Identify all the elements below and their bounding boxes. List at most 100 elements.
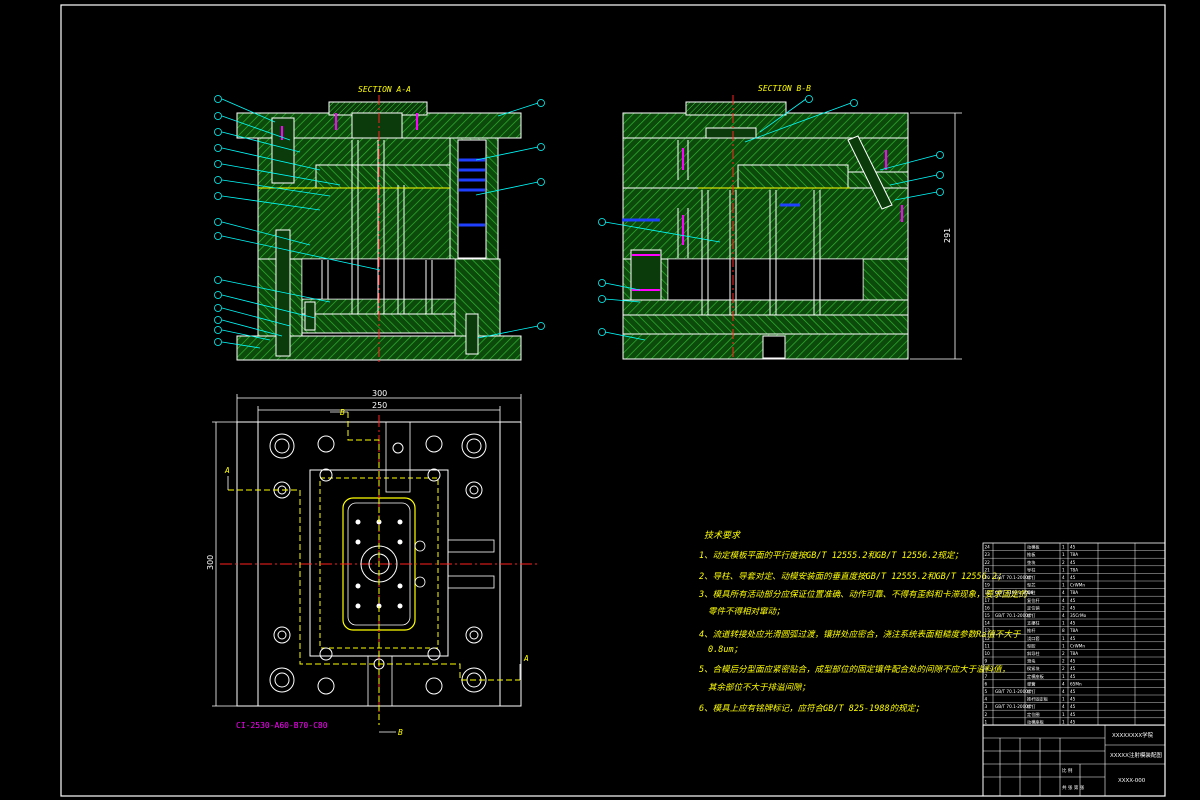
parts-list-cell: 45 [1070, 598, 1076, 603]
parts-list-cell: 3 [985, 704, 988, 709]
parts-list-cell: 1 [1062, 621, 1065, 626]
parts-list-cell: 1 [1062, 674, 1065, 679]
parts-list-cell: 20 [985, 575, 991, 580]
parts-list-cell: 螺钉 [1027, 612, 1036, 619]
width-dimension-250: 250 [372, 401, 387, 410]
parts-list-cell: 45 [1070, 545, 1076, 550]
parts-list-cell: 1 [1062, 583, 1065, 588]
plan-view: 300 250 300 A A B B CI-2530-A60-B70-C80 [206, 389, 540, 737]
parts-list-cell: 4 [1062, 704, 1065, 709]
note-line-8: 其余部位不大于排溢间隙； [708, 682, 810, 693]
parts-list-cell: 1 [1062, 712, 1065, 717]
parts-list-cell: 螺钉 [1027, 703, 1036, 710]
parts-list-cell: 22 [985, 560, 991, 565]
note-line-9: 6、模具上应有铭牌标记，应符合GB/T 825-1988的规定； [699, 703, 924, 714]
parts-list-cell: 45 [1070, 636, 1076, 641]
parts-list-cell: 17 [985, 598, 991, 603]
parts-list-cell: 2 [1062, 666, 1065, 671]
parts-list-cell: 1 [1062, 643, 1065, 648]
note-line-2: 2、导柱、导套对定、动模安装面的垂直度按GB/T 12555.2和GB/T 12… [699, 571, 1005, 582]
parts-list-cell: 4 [1062, 613, 1065, 618]
parts-list-cell: 2 [1062, 651, 1065, 656]
parts-list-cell: 型芯 [1027, 582, 1035, 588]
drawing-border [60, 4, 1166, 797]
parts-list-cell: T8A [1069, 552, 1078, 557]
parts-list-cell: 45 [1070, 621, 1076, 626]
parts-list-cell: CrWMn [1070, 583, 1085, 588]
technical-notes: 技术要求 1、动定模板平面的平行度按GB/T 12555.2和GB/T 1255… [698, 530, 1029, 714]
parts-list-cell: 14 [985, 621, 991, 626]
parts-list-cell: 15 [985, 613, 991, 618]
parts-list-cell: 浇口套 [1027, 635, 1040, 642]
cut-label-b-top: B [340, 408, 345, 417]
mold-base-code: CI-2530-A60-B70-C80 [236, 721, 328, 730]
drawing-name: XXXXX注射模装配图 [1110, 751, 1162, 759]
title-block: XXXXXXXX学院 XXXXX注射模装配图 XXXX-000 比 例 共 张 … [982, 724, 1166, 797]
parts-list-cell: 9 [985, 659, 988, 664]
parts-list-cell: 垫块 [1027, 559, 1036, 566]
parts-list-cell: 2 [1062, 605, 1065, 610]
parts-list-cell: 8 [1062, 628, 1065, 633]
section-a-view: SECTION A-A [214, 85, 545, 365]
parts-list-cell: 支撑柱 [1027, 620, 1040, 627]
parts-list-cell: 45 [1070, 659, 1076, 664]
parts-list-cell: 4 [1062, 575, 1065, 580]
parts-list-cell: 2 [1062, 560, 1065, 565]
parts-list-cell: 4 [1062, 590, 1065, 595]
parts-list-cell: 21 [985, 567, 991, 572]
parts-list-cell: 45 [1070, 712, 1076, 717]
parts-list-cell: 45 [1070, 674, 1076, 679]
parts-list-cell: 45 [1070, 605, 1076, 610]
note-line-6: 0.8um； [708, 645, 742, 655]
sheet-label: 共 张 第 张 [1062, 784, 1085, 791]
section-a-title: SECTION A-A [358, 85, 411, 94]
parts-list-cell: 弹簧 [1027, 680, 1035, 687]
parts-list-cell: 导柱 [1027, 566, 1036, 573]
parts-list-cell: 8 [985, 666, 988, 671]
parts-list-cell: GB/T 70.1-2000 [995, 575, 1028, 580]
parts-list-cell: 推杆 [1027, 627, 1036, 634]
cad-drawing-canvas: SECTION A-A SECTION B-B 291 300 250 300 … [60, 4, 1166, 797]
parts-list-cell: 4 [1062, 681, 1065, 686]
parts-list-cell: 2 [1062, 659, 1065, 664]
height-dimension-300: 300 [206, 555, 215, 570]
cut-label-b-bottom: B [398, 728, 403, 737]
section-b-title: SECTION B-B [758, 84, 811, 93]
cut-label-a-bottom: A [523, 654, 529, 663]
parts-list-cell: 动模板 [1027, 544, 1040, 551]
section-b-view: SECTION B-B 291 [598, 84, 962, 360]
parts-list-cell: 45 [1070, 719, 1076, 724]
parts-list-cell: 45 [1070, 689, 1076, 694]
parts-list-cell: 18 [985, 590, 991, 595]
parts-list-cell: 1 [1062, 719, 1065, 724]
parts-list-cell: T8A [1069, 651, 1078, 656]
parts-list-cell: 动模座板 [1027, 718, 1045, 725]
parts-list-cell: 定位圈 [1027, 711, 1040, 718]
parts-list-cell: 推杆固定板 [1027, 696, 1049, 703]
parts-list-cell: 45 [1070, 697, 1076, 702]
parts-list-cell: 4 [1062, 689, 1065, 694]
parts-list-cell: 6 [985, 681, 988, 686]
note-line-4: 零件不得相对窜动； [708, 606, 785, 617]
parts-list-cell: 斜导柱 [1027, 650, 1040, 657]
parts-list-cell: 复位杆 [1027, 597, 1040, 604]
parts-list-cell: 65Mn [1070, 681, 1082, 686]
parts-list-cell: 5 [985, 689, 988, 694]
parts-list: 24 动模板 1 4523 推板 1 T8A22 垫块 2 4521 导柱 1 T8A20 GB/T 70… [982, 542, 1166, 726]
parts-list-cell: GB/T 70.1-2000 [995, 613, 1028, 618]
height-dimension-291: 291 [943, 228, 952, 243]
parts-list-cell: 1 [1062, 552, 1065, 557]
drawing-number: XXXX-000 [1118, 778, 1146, 784]
note-line-3: 3、模具所有活动部分应保证位置准确、动作可靠、不得有歪斜和卡滞现象，要求固定的 [698, 589, 1029, 600]
parts-list-cell: 2 [985, 712, 988, 717]
parts-list-cell: 螺钉 [1027, 574, 1036, 581]
parts-list-cell: 1 [1062, 636, 1065, 641]
parts-list-cell: 4 [1062, 598, 1065, 603]
parts-list-cell: 10 [985, 651, 991, 656]
parts-list-cell: 楔紧块 [1027, 665, 1040, 672]
note-line-1: 1、动定模板平面的平行度按GB/T 12555.2和GB/T 12556.2规定… [699, 550, 963, 561]
parts-list-cell: 45 [1070, 704, 1076, 709]
note-line-7: 5、合模后分型面应紧密贴合，成型部位的固定镶件配合处的间隙不应大于溢料值， [699, 664, 1010, 675]
company-name: XXXXXXXX学院 [1112, 731, 1154, 739]
parts-list-cell: 23 [985, 552, 991, 557]
